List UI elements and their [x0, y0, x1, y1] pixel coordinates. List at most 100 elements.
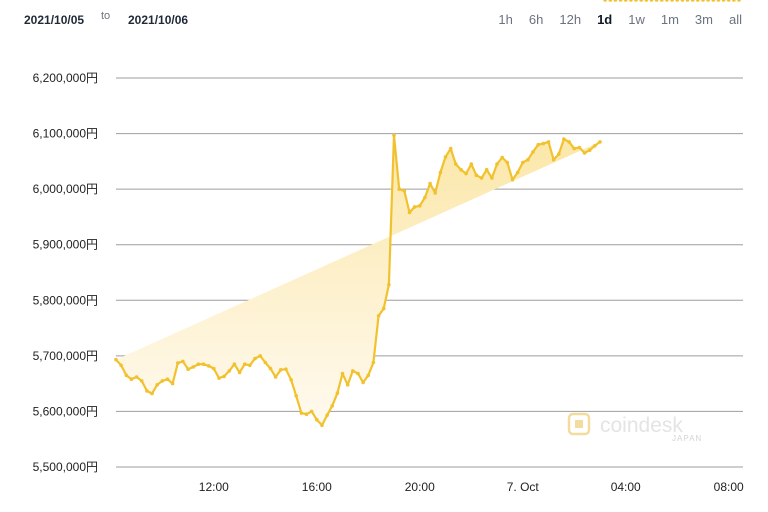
- data-point[interactable]: [428, 181, 432, 186]
- data-point[interactable]: [469, 162, 474, 166]
- data-point[interactable]: [381, 306, 386, 311]
- data-point[interactable]: [145, 389, 149, 393]
- data-point[interactable]: [139, 379, 144, 383]
- data-point[interactable]: [412, 205, 417, 209]
- data-point[interactable]: [737, 0, 741, 2]
- data-point[interactable]: [325, 413, 329, 418]
- data-point[interactable]: [726, 0, 731, 2]
- data-point[interactable]: [675, 0, 679, 2]
- data-point[interactable]: [222, 374, 226, 379]
- data-point[interactable]: [299, 411, 304, 415]
- data-point[interactable]: [176, 361, 180, 365]
- data-point[interactable]: [711, 0, 716, 2]
- data-point[interactable]: [706, 0, 710, 2]
- data-point[interactable]: [345, 383, 350, 387]
- data-point[interactable]: [680, 0, 685, 2]
- data-point[interactable]: [217, 376, 221, 380]
- data-point[interactable]: [665, 0, 669, 2]
- data-point[interactable]: [304, 412, 309, 417]
- data-point[interactable]: [160, 379, 165, 383]
- data-point[interactable]: [510, 177, 515, 182]
- data-point[interactable]: [242, 362, 247, 367]
- data-point[interactable]: [654, 0, 659, 2]
- data-point[interactable]: [732, 0, 736, 2]
- data-point[interactable]: [248, 363, 252, 368]
- data-point[interactable]: [536, 142, 540, 147]
- data-point[interactable]: [263, 360, 268, 365]
- data-point[interactable]: [191, 365, 195, 369]
- data-point[interactable]: [407, 210, 412, 215]
- data-point[interactable]: [361, 380, 365, 385]
- data-point[interactable]: [618, 0, 623, 2]
- data-point[interactable]: [134, 375, 139, 379]
- data-point[interactable]: [320, 423, 324, 428]
- data-point[interactable]: [438, 170, 443, 175]
- data-point[interactable]: [515, 170, 520, 175]
- data-point[interactable]: [335, 391, 340, 395]
- data-point[interactable]: [557, 152, 561, 156]
- data-point[interactable]: [433, 191, 438, 195]
- data-point[interactable]: [685, 0, 690, 2]
- data-point[interactable]: [567, 140, 571, 144]
- data-point[interactable]: [500, 155, 505, 160]
- data-point[interactable]: [284, 367, 288, 372]
- data-point[interactable]: [371, 360, 376, 365]
- data-point[interactable]: [660, 0, 664, 2]
- data-point[interactable]: [541, 141, 546, 146]
- data-point[interactable]: [670, 0, 674, 2]
- data-point[interactable]: [114, 357, 118, 362]
- data-point[interactable]: [124, 373, 129, 378]
- data-point[interactable]: [150, 391, 154, 396]
- data-point[interactable]: [232, 362, 237, 367]
- data-point[interactable]: [721, 0, 726, 2]
- data-point[interactable]: [562, 137, 566, 141]
- data-point[interactable]: [397, 187, 402, 191]
- data-point[interactable]: [690, 0, 695, 2]
- data-point[interactable]: [340, 371, 345, 376]
- data-point[interactable]: [356, 371, 360, 376]
- data-point[interactable]: [696, 0, 700, 2]
- data-point[interactable]: [206, 364, 211, 368]
- data-point[interactable]: [623, 0, 628, 2]
- data-point[interactable]: [165, 377, 170, 382]
- data-point[interactable]: [392, 133, 396, 137]
- data-point[interactable]: [181, 359, 185, 364]
- data-point[interactable]: [577, 145, 582, 150]
- data-point[interactable]: [459, 167, 463, 172]
- data-point[interactable]: [448, 146, 453, 151]
- data-point[interactable]: [402, 189, 407, 193]
- data-point[interactable]: [309, 409, 314, 414]
- data-point[interactable]: [479, 176, 484, 180]
- data-point[interactable]: [716, 0, 721, 2]
- data-point[interactable]: [279, 368, 283, 372]
- data-point[interactable]: [629, 0, 633, 2]
- data-point[interactable]: [387, 282, 391, 287]
- data-point[interactable]: [484, 167, 489, 172]
- data-point[interactable]: [237, 370, 242, 375]
- data-point[interactable]: [253, 356, 257, 361]
- data-point[interactable]: [227, 369, 232, 373]
- data-point[interactable]: [639, 0, 643, 2]
- data-point[interactable]: [196, 362, 201, 367]
- data-point[interactable]: [613, 0, 618, 2]
- data-point[interactable]: [546, 140, 551, 144]
- data-point[interactable]: [212, 366, 216, 371]
- data-point[interactable]: [464, 171, 468, 176]
- data-point[interactable]: [598, 140, 602, 144]
- data-point[interactable]: [474, 173, 479, 178]
- data-point[interactable]: [443, 155, 448, 159]
- data-point[interactable]: [644, 0, 649, 2]
- data-point[interactable]: [170, 381, 175, 386]
- data-point[interactable]: [294, 394, 299, 398]
- data-point[interactable]: [649, 0, 654, 2]
- data-point[interactable]: [330, 404, 335, 408]
- data-point[interactable]: [186, 367, 190, 372]
- data-point[interactable]: [366, 373, 371, 378]
- data-point[interactable]: [572, 146, 576, 151]
- data-point[interactable]: [201, 362, 206, 367]
- data-point[interactable]: [268, 366, 273, 371]
- data-point[interactable]: [423, 195, 427, 200]
- data-point[interactable]: [634, 0, 638, 2]
- data-point[interactable]: [526, 157, 530, 162]
- data-point[interactable]: [418, 204, 422, 208]
